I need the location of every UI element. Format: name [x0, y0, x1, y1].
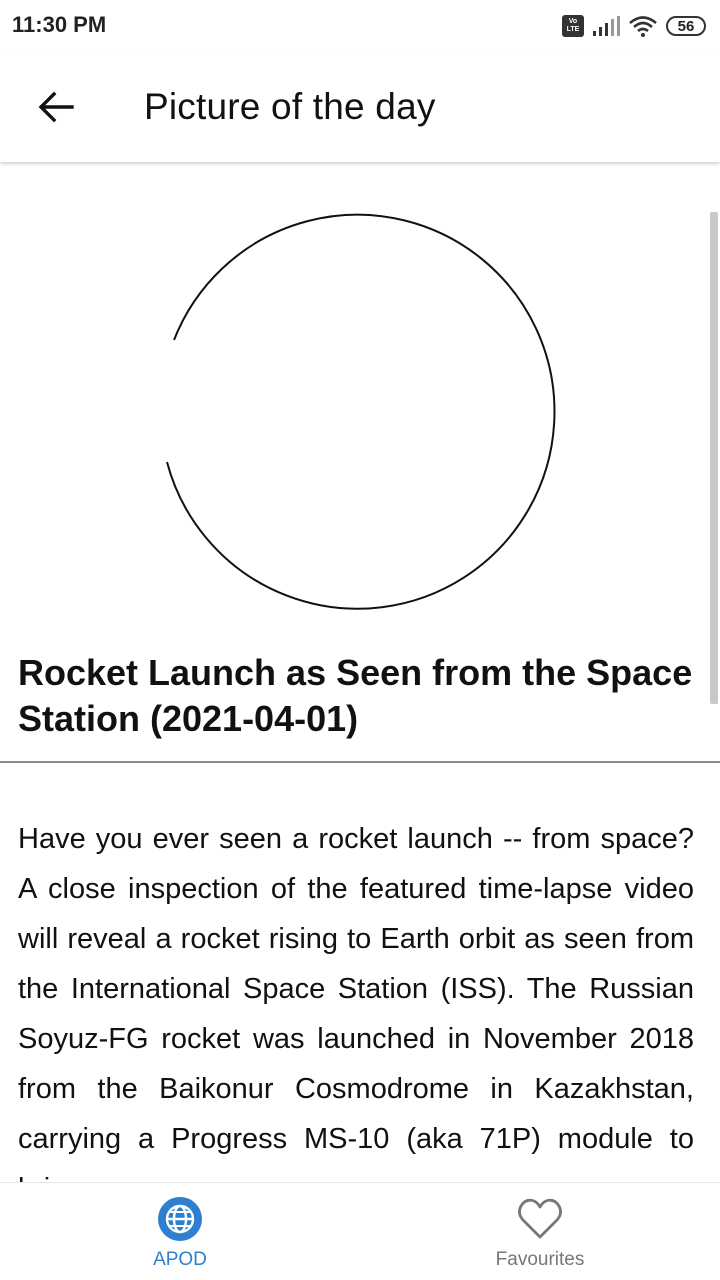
content-scroll-area[interactable]: Rocket Launch as Seen from the Space Sta… — [0, 162, 720, 1182]
page-title: Picture of the day — [144, 86, 436, 127]
battery-indicator: 56 — [666, 16, 706, 36]
battery-level: 56 — [677, 17, 695, 35]
nav-label-favourites: Favourites — [495, 1249, 585, 1270]
arrow-left-icon — [38, 91, 74, 123]
divider — [0, 761, 720, 763]
back-button[interactable] — [26, 77, 86, 137]
apod-explanation: Have you ever seen a rocket launch -- fr… — [18, 823, 694, 1182]
status-bar: 11:30 PM Vo LTE 56 — [0, 0, 720, 52]
nav-item-apod[interactable]: APOD — [0, 1183, 360, 1280]
volte-bottom-label: LTE — [566, 26, 580, 33]
apod-title: Rocket Launch as Seen from the Space Sta… — [18, 652, 693, 739]
status-icons: Vo LTE 56 — [562, 14, 706, 38]
volte-icon: Vo LTE — [562, 15, 584, 37]
apod-image-placeholder — [0, 162, 720, 632]
globe-icon — [158, 1197, 202, 1241]
nav-label-apod: APOD — [153, 1249, 207, 1270]
loading-spinner-icon — [166, 213, 556, 610]
app-bar: Picture of the day — [0, 52, 720, 162]
scrollbar[interactable] — [710, 212, 718, 704]
screen: 11:30 PM Vo LTE 56 Picture of the day Ro… — [0, 0, 720, 1280]
volte-top-label: Vo — [568, 18, 578, 25]
bottom-navigation: APOD Favourites — [0, 1182, 720, 1280]
nav-item-favourites[interactable]: Favourites — [360, 1183, 720, 1280]
heart-icon — [518, 1198, 562, 1239]
status-time: 11:30 PM — [12, 11, 107, 37]
signal-icon — [593, 16, 620, 36]
wifi-icon — [629, 16, 657, 37]
